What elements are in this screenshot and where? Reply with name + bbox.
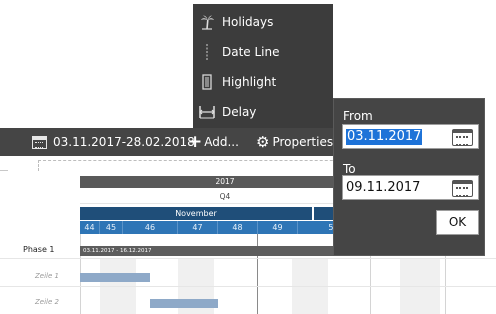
week-46: 46 xyxy=(123,221,178,234)
to-date-value[interactable]: 09.11.2017 xyxy=(346,180,420,196)
menu-item-label: Highlight xyxy=(222,75,277,89)
toolbar: 03.11.2017-28.02.2018 + Add... ⚙ Propert… xyxy=(0,128,340,156)
plus-icon: + xyxy=(188,132,203,152)
delay-icon xyxy=(199,104,215,120)
year-header: 2017 xyxy=(80,176,370,188)
week-45: 45 xyxy=(100,221,123,234)
date-line-icon xyxy=(199,44,215,60)
calendar-picker-icon[interactable] xyxy=(452,180,473,197)
menu-item-label: Delay xyxy=(222,105,257,119)
to-date-field[interactable]: 09.11.2017 xyxy=(342,175,479,200)
from-label: From xyxy=(343,109,373,123)
properties-button-label: Properties xyxy=(272,135,334,149)
month-header-november: November xyxy=(80,207,312,220)
palm-tree-icon xyxy=(199,14,215,30)
date-range-label: 03.11.2017-28.02.2018 xyxy=(53,135,195,149)
calendar-picker-icon[interactable] xyxy=(452,129,473,146)
phase-bar[interactable]: 03.11.2017 - 16.12.2017 xyxy=(80,246,352,256)
menu-item-label: Date Line xyxy=(222,45,280,59)
menu-item-delay[interactable]: Delay xyxy=(193,97,333,127)
date-range-popup: From 03.11.2017 To 09.11.2017 OK xyxy=(333,98,485,256)
week-49: 49 xyxy=(258,221,298,234)
menu-item-date-line[interactable]: Date Line xyxy=(193,37,333,67)
add-menu: Holidays Date Line Highlight Delay xyxy=(193,4,333,128)
task-bar[interactable] xyxy=(150,299,218,308)
row-label-phase-1: Phase 1 xyxy=(23,245,55,254)
task-bar[interactable] xyxy=(80,273,150,282)
calendar-icon xyxy=(32,135,47,149)
quarter-header: Q4 xyxy=(80,190,370,204)
properties-button[interactable]: ⚙ Properties xyxy=(256,128,333,156)
from-date-value[interactable]: 03.11.2017 xyxy=(346,129,423,145)
gantt-left-edge xyxy=(0,170,8,182)
highlight-icon xyxy=(199,74,215,90)
week-48: 48 xyxy=(218,221,258,234)
row-separator xyxy=(0,286,496,287)
row-label-zeile-1: Zeile 1 xyxy=(35,272,59,280)
week-47: 47 xyxy=(178,221,218,234)
menu-item-label: Holidays xyxy=(222,15,274,29)
row-label-zeile-2: Zeile 2 xyxy=(35,298,59,306)
week-header: 44 45 46 47 48 49 50 xyxy=(80,221,370,234)
menu-item-highlight[interactable]: Highlight xyxy=(193,67,333,97)
gear-icon: ⚙ xyxy=(256,133,270,151)
date-range-button[interactable]: 03.11.2017-28.02.2018 xyxy=(32,128,195,156)
ok-button[interactable]: OK xyxy=(436,210,479,235)
add-button-label: Add... xyxy=(204,135,239,149)
row-separator xyxy=(0,258,496,259)
menu-item-holidays[interactable]: Holidays xyxy=(193,7,333,37)
selection-frame xyxy=(38,160,368,171)
to-label: To xyxy=(343,162,356,176)
add-button[interactable]: + Add... xyxy=(188,128,239,156)
from-date-field[interactable]: 03.11.2017 xyxy=(342,124,479,149)
week-44: 44 xyxy=(80,221,100,234)
